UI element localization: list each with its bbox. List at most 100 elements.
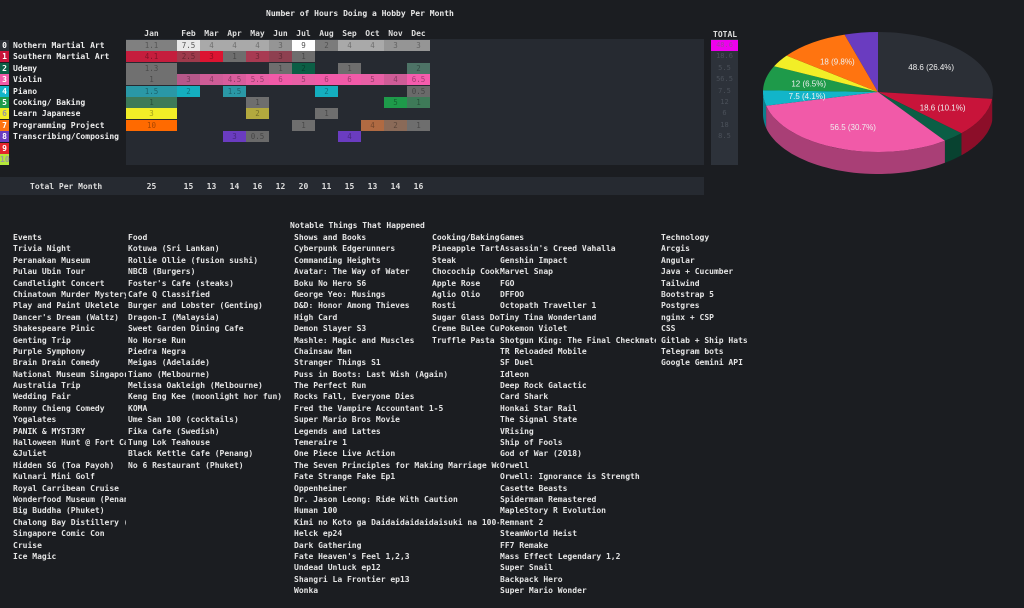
- total-per-month-value: 14: [229, 182, 240, 191]
- hobby-row-label: 6 Learn Japanese: [0, 108, 80, 120]
- notable-list-item: Oppenheimer: [294, 483, 347, 493]
- notable-list-item: Wonderfood Museum (Penang): [13, 494, 126, 504]
- notable-list-item: Human 100: [294, 506, 338, 516]
- notable-list-item: Temeraire 1: [294, 438, 347, 448]
- hobby-row-label: 8 Transcribing/Composing: [0, 131, 119, 143]
- notable-list-item: Honkai Star Rail: [500, 403, 578, 413]
- heatmap-cell: 2: [246, 108, 269, 120]
- notable-column-events: Events Trivia Night Peranakan Museum Pulau …: [13, 232, 126, 562]
- notable-list-item: Shakespeare Pinic: [13, 324, 95, 334]
- notable-list-item: Marvel Snap: [500, 267, 553, 277]
- notable-list-item: Deep Rock Galactic: [500, 381, 587, 391]
- heatmap-cell: 1: [292, 119, 315, 131]
- heatmap-cell: 1: [407, 119, 430, 131]
- notable-column-header: Cooking/Baking: [432, 233, 500, 242]
- hobby-name: Cooking/ Baking: [13, 98, 86, 107]
- heatmap-cell: 4: [246, 40, 269, 51]
- notable-list-item: Wonka: [294, 586, 319, 596]
- notable-list-item: Orwell: [500, 460, 529, 470]
- heatmap-cell: 3: [269, 51, 292, 63]
- notable-list-item: Bootstrap 5: [661, 289, 714, 299]
- notable-list-item: Ice Magic: [13, 551, 57, 561]
- heatmap-cell: 4: [361, 40, 384, 51]
- pie-data-label: 48.6 (26.4%): [908, 63, 954, 72]
- heatmap-cell: 6: [338, 74, 361, 86]
- pie-data-label: 18 (9.8%): [820, 57, 855, 66]
- notable-list-item: Postgres: [661, 301, 700, 311]
- notable-list-item: Fred the Vampire Accountant 1-5: [294, 403, 444, 413]
- total-cell: 12: [720, 98, 729, 106]
- heatmap-cell: 1.5: [223, 85, 246, 97]
- heatmap-cell: 1.3: [126, 62, 177, 74]
- total-cell: 7.5: [718, 86, 731, 95]
- notable-list-item: Play and Paint Ukelele: [13, 301, 119, 311]
- hobby-index-badge: 9: [0, 142, 9, 154]
- notable-list-item: CSS: [661, 324, 676, 334]
- notable-column-games: Games Assassin's Creed Vahalla Genshin Imp…: [500, 232, 656, 597]
- notable-list-item: Stranger Things S1: [294, 358, 381, 368]
- notable-list-item: Backpack Hero: [500, 574, 563, 584]
- hobby-row-label: 3 Violin: [0, 74, 42, 86]
- total-header: TOTAL: [713, 30, 738, 39]
- notable-list-item: Sugar Glass Dome: [432, 312, 500, 322]
- heatmap-cell: 2: [407, 62, 430, 74]
- total-per-month-value: 15: [183, 182, 194, 191]
- heatmap-cell: 5: [384, 97, 407, 108]
- total-per-month-label: Total Per Month: [30, 182, 103, 191]
- heatmap-cell: 6.5: [407, 74, 430, 86]
- notable-list-item: Dark Gathering: [294, 540, 362, 550]
- notable-list-item: Truffle Pasta: [432, 335, 495, 345]
- notable-list-item: Singapore Comic Con: [13, 529, 105, 539]
- total-cell: 18: [720, 120, 729, 129]
- hobby-index-badge: 4: [0, 85, 9, 97]
- notable-list-item: Yogalates: [13, 415, 57, 425]
- heatmap-cell: 3: [407, 40, 430, 51]
- notable-list-item: KOMA: [128, 403, 148, 413]
- notable-list-item: Tung Lok Teahouse: [128, 438, 210, 448]
- heatmap-cell: 3: [200, 51, 223, 63]
- notable-list-item: Super Snail: [500, 563, 553, 573]
- heatmap-cell: 2: [384, 119, 407, 131]
- heatmap-cell: 2: [315, 85, 338, 97]
- notable-list-item: Trivia Night: [13, 244, 71, 254]
- heatmap-cell: 6: [315, 74, 338, 86]
- notable-list-item: Chinatown Murder Mystery: [13, 289, 126, 299]
- heatmap-cell: 4: [361, 119, 384, 131]
- notable-column-technology: Technology Arcgis Angular Java + Cucumber Ta…: [661, 232, 761, 369]
- notable-list-item: Fika Cafe (Swedish): [128, 426, 220, 436]
- total-cell: 5.5: [718, 63, 731, 72]
- hobby-row-label: 2 Udemy: [0, 62, 37, 74]
- notable-list-item: The Seven Principles for Making Marriage…: [294, 460, 499, 470]
- notable-list-item: Burger and Lobster (Genting): [128, 301, 263, 311]
- notable-list-item: Rocks Fall, Everyone Dies: [294, 392, 415, 402]
- total-per-month-value: 12: [275, 182, 286, 191]
- notable-list-item: Pokemon Violet: [500, 324, 568, 334]
- hobby-row-label: 10: [0, 154, 13, 165]
- heatmap-cell: 3: [177, 74, 200, 86]
- notable-list-item: Remnant 2: [500, 517, 544, 527]
- notable-list-item: Brain Drain Comedy: [13, 358, 100, 368]
- notable-list-item: Gitlab + Ship Hats: [661, 335, 748, 345]
- notable-list-item: Aglio Olio: [432, 289, 481, 299]
- notable-list-item: One Piece Live Action: [294, 449, 396, 459]
- month-header-aug: Aug: [319, 29, 334, 38]
- notable-list-item: Pineapple Tarts: [432, 244, 500, 254]
- notable-list-item: Peranakan Museum: [13, 255, 91, 265]
- heatmap-cell: 1: [223, 51, 246, 63]
- total-cell: 48.6: [711, 40, 738, 51]
- notable-list-item: nginx + CSP: [661, 312, 714, 322]
- hobby-index-badge: 6: [0, 108, 9, 120]
- pie-data-label: 7.5 (4.1%): [789, 92, 826, 101]
- notable-list-item: Legends and Lattes: [294, 426, 381, 436]
- hobby-name: Transcribing/Composing: [13, 132, 119, 142]
- heatmap-cell: 1.1: [126, 40, 177, 51]
- total-cell: 56.5: [716, 75, 733, 84]
- heatmap-cell: 4: [200, 74, 223, 86]
- notable-list-item: Telegram bots: [661, 346, 724, 356]
- notable-list-item: Royal Carribean Cruise: [13, 483, 119, 493]
- month-header-nov: Nov: [388, 29, 403, 38]
- notable-list-item: Super Mario Bros Movie: [294, 415, 400, 425]
- notable-list-item: Orwell: Ignorance is Strength: [500, 472, 640, 482]
- notable-column-food: Food Kotuwa (Sri Lankan) Rollie Ollie (fus…: [128, 232, 292, 471]
- notable-list-item: The Perfect Run: [294, 381, 367, 391]
